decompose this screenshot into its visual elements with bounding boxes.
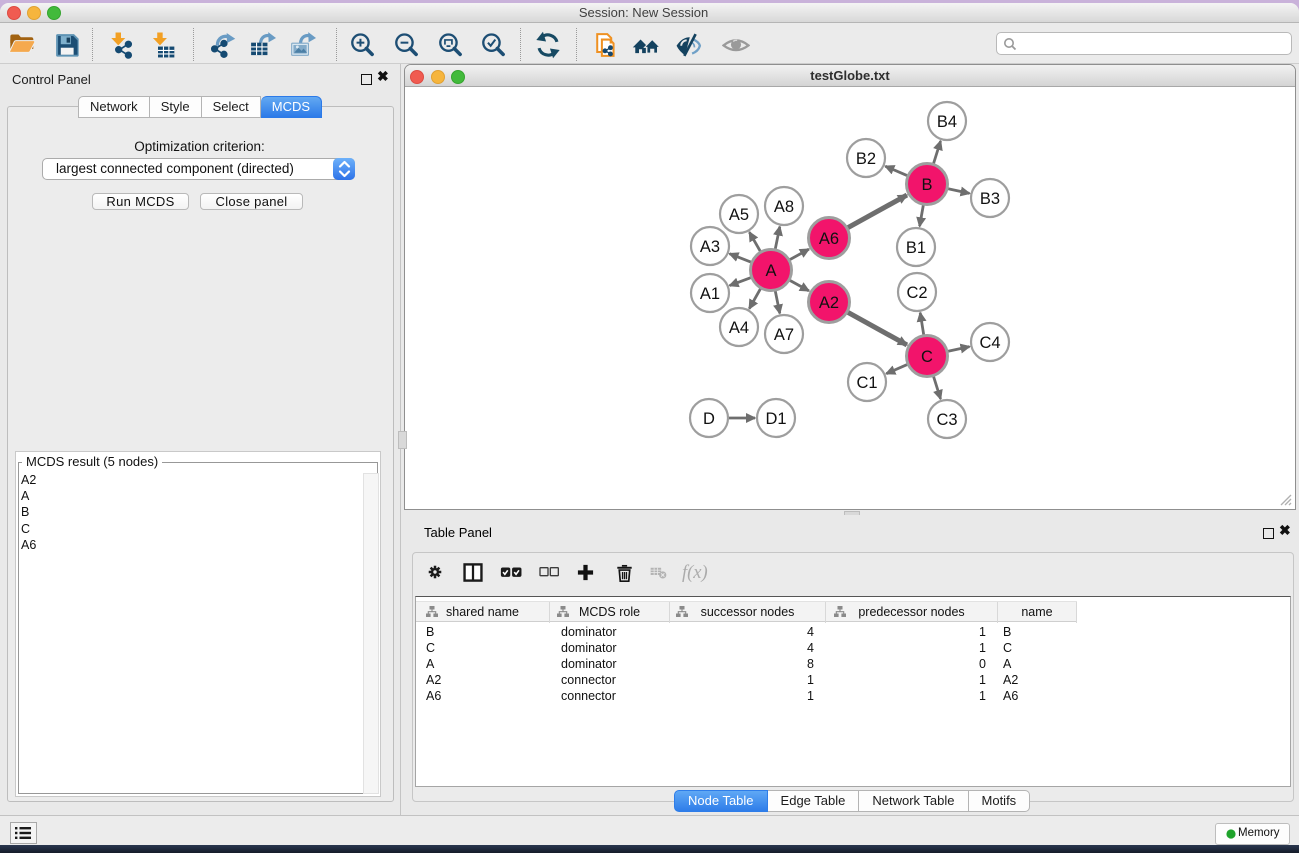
svg-text:C4: C4 <box>979 334 1000 352</box>
svg-text:B: B <box>921 176 932 194</box>
svg-text:A3: A3 <box>700 238 720 256</box>
svg-text:A8: A8 <box>774 198 794 216</box>
svg-text:C: C <box>921 348 933 366</box>
svg-text:B2: B2 <box>856 150 876 168</box>
svg-text:A4: A4 <box>729 319 749 337</box>
svg-text:C3: C3 <box>936 411 957 429</box>
svg-text:D1: D1 <box>765 410 786 428</box>
svg-text:A7: A7 <box>774 326 794 344</box>
svg-text:A: A <box>765 262 776 280</box>
svg-text:A1: A1 <box>700 285 720 303</box>
svg-text:B1: B1 <box>906 239 926 257</box>
svg-text:B4: B4 <box>937 113 957 131</box>
svg-text:B3: B3 <box>980 190 1000 208</box>
svg-text:D: D <box>703 410 715 428</box>
svg-text:C1: C1 <box>856 374 877 392</box>
svg-text:A6: A6 <box>819 230 839 248</box>
svg-text:C2: C2 <box>906 284 927 302</box>
svg-text:A2: A2 <box>819 294 839 312</box>
svg-text:A5: A5 <box>729 206 749 224</box>
